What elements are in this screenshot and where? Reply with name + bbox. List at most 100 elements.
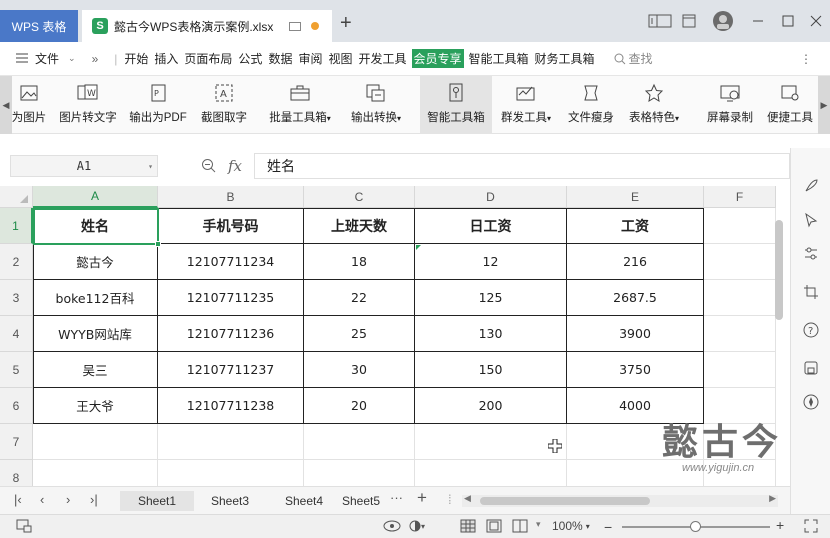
more-menu-icon[interactable]: ⋮ xyxy=(800,52,812,66)
cell-d1[interactable]: 日工资 xyxy=(415,208,567,244)
cell-e2[interactable]: 216 xyxy=(567,244,704,280)
hamburger-icon[interactable] xyxy=(16,52,28,66)
cell-e6[interactable]: 4000 xyxy=(567,388,704,424)
menu-review[interactable]: 审阅 xyxy=(297,49,323,68)
cell-d6[interactable]: 200 xyxy=(415,388,567,424)
sheet-tab-sheet5[interactable]: Sheet5 xyxy=(336,491,386,511)
search-button[interactable]: 查找 xyxy=(614,50,653,67)
cell-a7[interactable] xyxy=(33,424,158,460)
tool-batch-toolbox[interactable]: 批量工具箱▾ xyxy=(264,76,336,134)
menu-developer[interactable]: 开发工具 xyxy=(357,49,407,68)
horizontal-scrollbar[interactable]: ◀ ▶ xyxy=(462,493,778,507)
row-header-5[interactable]: 5 xyxy=(0,352,33,388)
tool-image-to-text[interactable]: W 图片转文字 xyxy=(56,76,120,134)
more-sheets-button[interactable]: ··· xyxy=(390,490,403,505)
cell-b4[interactable]: 12107711236 xyxy=(158,316,304,352)
next-sheet-icon[interactable]: › xyxy=(66,492,70,507)
cell-f5[interactable] xyxy=(704,352,776,388)
zoom-level[interactable]: 100% ▾ xyxy=(552,519,590,533)
cell-e1[interactable]: 工资 xyxy=(567,208,704,244)
tab-splitter[interactable]: ⁞ xyxy=(448,492,452,507)
cell-e4[interactable]: 3900 xyxy=(567,316,704,352)
tool-smart-toolbox[interactable]: 智能工具箱 xyxy=(420,76,492,134)
menu-finance-toolbox[interactable]: 财务工具箱 xyxy=(534,49,596,68)
menu-insert[interactable]: 插入 xyxy=(153,49,179,68)
tool-export-pdf[interactable]: P 输出为PDF xyxy=(126,76,190,134)
menu-home[interactable]: 开始 xyxy=(123,49,149,68)
page-layout-view-icon[interactable] xyxy=(486,519,502,533)
cell-b2[interactable]: 12107711234 xyxy=(158,244,304,280)
cell-d2[interactable]: 12 xyxy=(415,244,567,280)
prev-sheet-icon[interactable]: ‹ xyxy=(40,492,44,507)
cell-b8[interactable] xyxy=(158,460,304,486)
menu-member[interactable]: 会员专享 xyxy=(411,49,464,68)
cell-c2[interactable]: 18 xyxy=(304,244,415,280)
monitor-icon[interactable] xyxy=(289,21,302,31)
help-icon[interactable]: ? xyxy=(803,322,819,338)
last-sheet-icon[interactable]: ›| xyxy=(90,492,98,507)
row-header-1[interactable]: 1 xyxy=(0,208,33,244)
menu-formula[interactable]: 公式 xyxy=(237,49,263,68)
chevron-down-icon[interactable]: ▾ xyxy=(148,162,153,171)
column-header-f[interactable]: F xyxy=(704,186,776,208)
row-header-2[interactable]: 2 xyxy=(0,244,33,280)
cell-f1[interactable] xyxy=(704,208,776,244)
cell-d5[interactable]: 150 xyxy=(415,352,567,388)
fullscreen-icon[interactable] xyxy=(804,519,818,533)
cell-c6[interactable]: 20 xyxy=(304,388,415,424)
reading-mode-icon[interactable] xyxy=(382,519,402,533)
layout-toggle-icon[interactable] xyxy=(648,10,672,32)
row-header-6[interactable]: 6 xyxy=(0,388,33,424)
sheet-tab-sheet3[interactable]: Sheet3 xyxy=(196,491,264,511)
crop-icon[interactable] xyxy=(803,284,819,300)
new-tab-button[interactable]: + xyxy=(340,12,352,35)
add-sheet-button[interactable]: + xyxy=(417,488,427,508)
rocket-icon[interactable] xyxy=(803,178,819,194)
row-header-7[interactable]: 7 xyxy=(0,424,33,460)
cell-d4[interactable]: 130 xyxy=(415,316,567,352)
cell-c8[interactable] xyxy=(304,460,415,486)
menu-view[interactable]: 视图 xyxy=(327,49,353,68)
cell-a4[interactable]: WYYB网站库 xyxy=(33,316,158,352)
home-tab[interactable]: WPS 表格 xyxy=(0,10,78,42)
scroll-left-icon[interactable]: ◀ xyxy=(464,493,471,504)
compass-icon[interactable] xyxy=(803,394,819,410)
sheet-tab-sheet1[interactable]: Sheet1 xyxy=(120,491,194,511)
document-tab[interactable]: S 懿古今WPS表格演示案例.xlsx xyxy=(82,10,332,42)
cell-f3[interactable] xyxy=(704,280,776,316)
pointer-icon[interactable] xyxy=(803,212,819,228)
minimize-icon[interactable] xyxy=(752,10,764,32)
cell-a3[interactable]: boke112百科 xyxy=(33,280,158,316)
cell-f2[interactable] xyxy=(704,244,776,280)
column-header-d[interactable]: D xyxy=(415,186,567,208)
cell-f6[interactable] xyxy=(704,388,776,424)
menu-page-layout[interactable]: 页面布局 xyxy=(183,49,233,68)
expand-icon[interactable]: » xyxy=(92,52,99,66)
cell-b1[interactable]: 手机号码 xyxy=(158,208,304,244)
cell-c3[interactable]: 22 xyxy=(304,280,415,316)
cell-e5[interactable]: 3750 xyxy=(567,352,704,388)
save-icon[interactable] xyxy=(803,360,819,376)
tool-screenshot-text[interactable]: A 截图取字 xyxy=(196,76,252,134)
macro-record-icon[interactable] xyxy=(16,519,32,533)
cell-c1[interactable]: 上班天数 xyxy=(304,208,415,244)
row-header-3[interactable]: 3 xyxy=(0,280,33,316)
close-icon[interactable] xyxy=(810,10,822,32)
menu-data[interactable]: 数据 xyxy=(267,49,293,68)
vertical-scroll-thumb[interactable] xyxy=(775,220,783,320)
tool-handy-tools[interactable]: 便捷工具 xyxy=(762,76,818,134)
cell-a6[interactable]: 王大爷 xyxy=(33,388,158,424)
cell-a5[interactable]: 吴三 xyxy=(33,352,158,388)
horizontal-scroll-thumb[interactable] xyxy=(480,497,650,505)
cell-b6[interactable]: 12107711238 xyxy=(158,388,304,424)
row-header-4[interactable]: 4 xyxy=(0,316,33,352)
cell-d7[interactable] xyxy=(415,424,567,460)
column-header-c[interactable]: C xyxy=(304,186,415,208)
menu-file[interactable]: 文件 xyxy=(34,49,60,68)
name-box[interactable]: A1 ▾ xyxy=(10,155,158,177)
eye-protect-icon[interactable]: ▾ xyxy=(408,519,430,533)
window-mode-icon[interactable] xyxy=(682,10,696,32)
avatar[interactable] xyxy=(712,10,734,32)
column-header-e[interactable]: E xyxy=(567,186,704,208)
formula-input[interactable]: 姓名 xyxy=(254,153,790,179)
